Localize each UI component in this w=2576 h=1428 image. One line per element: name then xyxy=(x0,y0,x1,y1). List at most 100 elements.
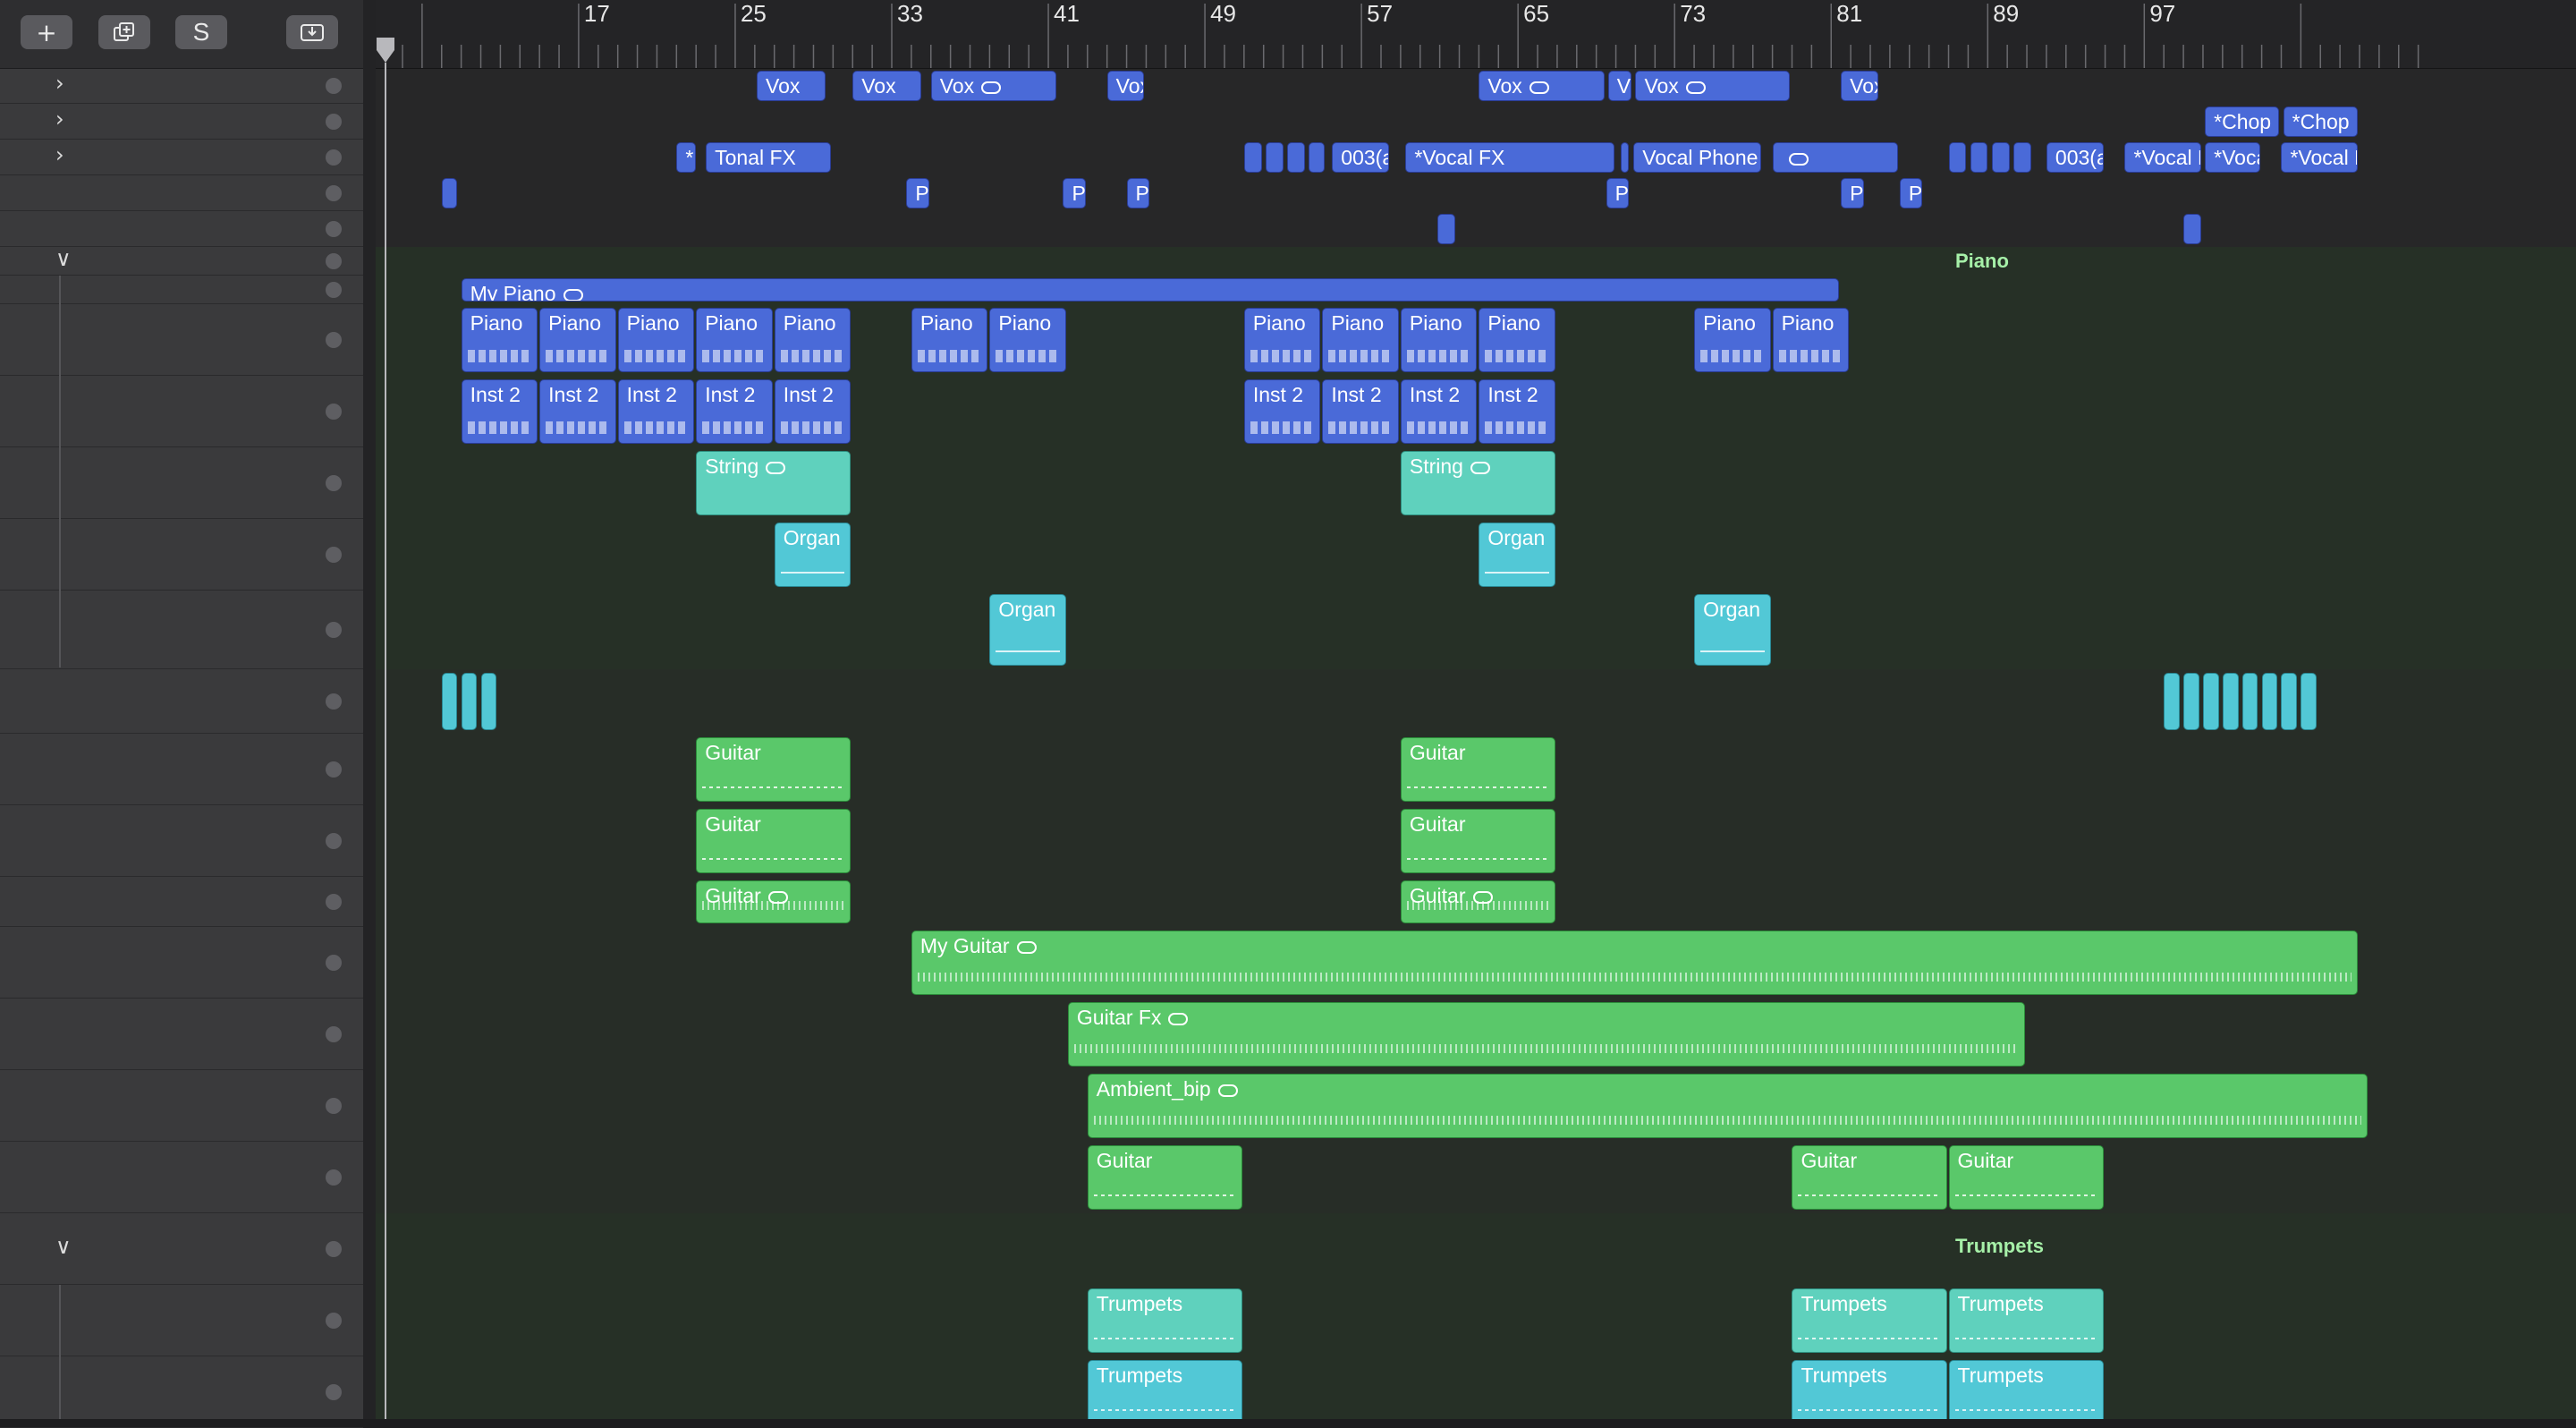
region[interactable]: Vox xyxy=(1106,71,1145,101)
region[interactable] xyxy=(441,178,458,208)
region[interactable]: Piano xyxy=(1322,308,1399,372)
region[interactable] xyxy=(2202,673,2219,730)
disclosure-open-icon[interactable]: ∨ xyxy=(55,246,72,271)
track-activity-dot[interactable] xyxy=(326,221,342,237)
bar-ruler[interactable]: 17 25 33 41 49 57 65 73 81 89 97 xyxy=(376,0,2576,69)
region[interactable]: 003(a xyxy=(1332,142,1389,173)
track-activity-dot[interactable] xyxy=(326,1384,342,1400)
region[interactable]: Trumpets xyxy=(1948,1360,2104,1419)
track-header-24[interactable] xyxy=(0,447,363,519)
region[interactable]: Guitar xyxy=(696,809,852,873)
region[interactable]: *Vocal xyxy=(2205,142,2260,173)
tracks-area[interactable]: 1725334149576573818997 VoxVoxVoxVoxVoxVV… xyxy=(376,0,2576,1419)
region[interactable]: Piano xyxy=(774,308,852,372)
track-header-33[interactable] xyxy=(0,1070,363,1142)
region[interactable] xyxy=(1265,142,1284,173)
region[interactable]: Guitar xyxy=(1400,880,1555,923)
region[interactable]: Trumpets xyxy=(1792,1360,1947,1419)
region[interactable]: Guitar xyxy=(696,737,852,802)
disclosure-closed-icon[interactable]: › xyxy=(55,106,64,132)
region[interactable] xyxy=(441,673,458,730)
region[interactable] xyxy=(1437,214,1456,244)
track-header-25[interactable] xyxy=(0,519,363,591)
track-activity-dot[interactable] xyxy=(326,622,342,638)
region[interactable] xyxy=(2222,673,2239,730)
region[interactable]: Guitar xyxy=(1087,1145,1242,1210)
region[interactable] xyxy=(1991,142,2010,173)
region[interactable]: Inst 2 xyxy=(617,379,695,444)
track-activity-dot[interactable] xyxy=(326,253,342,269)
track-activity-dot[interactable] xyxy=(326,78,342,94)
region[interactable]: Piano xyxy=(1694,308,1771,372)
region[interactable]: V xyxy=(1607,71,1632,101)
region[interactable]: Inst 2 xyxy=(1479,379,1555,444)
region[interactable] xyxy=(2183,673,2199,730)
region[interactable]: *Chop xyxy=(2283,106,2358,137)
region[interactable]: Pi xyxy=(906,178,929,208)
track-header-36[interactable] xyxy=(0,1285,363,1356)
duplicate-track-button[interactable] xyxy=(98,15,150,49)
track-activity-dot[interactable] xyxy=(326,185,342,201)
track-activity-dot[interactable] xyxy=(326,1241,342,1257)
region[interactable] xyxy=(2301,673,2318,730)
track-activity-dot[interactable] xyxy=(326,955,342,971)
disclosure-closed-icon[interactable]: › xyxy=(55,142,64,167)
track-header-26[interactable] xyxy=(0,591,363,669)
track-activity-dot[interactable] xyxy=(326,282,342,298)
track-header-5[interactable]: › xyxy=(0,104,363,140)
region[interactable] xyxy=(1970,142,1988,173)
region[interactable]: Inst 2 xyxy=(774,379,852,444)
track-header-23[interactable] xyxy=(0,376,363,447)
import-button[interactable] xyxy=(286,15,338,49)
track-header-20[interactable]: ∨ xyxy=(0,246,363,276)
region[interactable]: Inst 2 xyxy=(1400,379,1478,444)
region[interactable] xyxy=(2261,673,2278,730)
track-header-21[interactable] xyxy=(0,276,363,304)
region[interactable]: Vox xyxy=(757,71,826,101)
track-header-28[interactable] xyxy=(0,734,363,805)
track-activity-dot[interactable] xyxy=(326,149,342,166)
region[interactable]: Inst 2 xyxy=(1322,379,1399,444)
region[interactable] xyxy=(2241,673,2258,730)
region[interactable] xyxy=(480,673,497,730)
region[interactable]: Pi xyxy=(1126,178,1149,208)
region[interactable]: Trumpets xyxy=(1087,1288,1242,1353)
region[interactable]: Ambient_bip xyxy=(1087,1074,2368,1138)
region[interactable]: Guitar xyxy=(1400,737,1555,802)
track-header-37[interactable] xyxy=(0,1356,363,1428)
region[interactable] xyxy=(2183,214,2201,244)
track-activity-dot[interactable] xyxy=(326,1098,342,1114)
region[interactable]: Piano xyxy=(989,308,1066,372)
disclosure-open-icon[interactable]: ∨ xyxy=(55,1234,72,1259)
region[interactable]: *Vocal FX xyxy=(1405,142,1614,173)
region[interactable]: Pi xyxy=(1899,178,1923,208)
region[interactable]: Tonal FX xyxy=(706,142,832,173)
region[interactable]: Inst 2 xyxy=(539,379,616,444)
track-activity-dot[interactable] xyxy=(326,693,342,710)
region[interactable]: Vox xyxy=(1479,71,1605,101)
region[interactable] xyxy=(1772,142,1898,173)
region[interactable]: *Vocal F xyxy=(2281,142,2358,173)
region[interactable]: Organ xyxy=(989,594,1066,666)
track-lane[interactable] xyxy=(376,211,2576,248)
panel-divider[interactable] xyxy=(363,0,376,1419)
region[interactable] xyxy=(2164,673,2180,730)
region[interactable]: Piano xyxy=(539,308,616,372)
region[interactable]: Guitar xyxy=(1948,1145,2104,1210)
track-header-22[interactable] xyxy=(0,304,363,376)
track-activity-dot[interactable] xyxy=(326,404,342,420)
track-header-34[interactable] xyxy=(0,1142,363,1213)
region[interactable]: Piano xyxy=(461,308,538,372)
region[interactable]: Piano xyxy=(1400,308,1478,372)
region[interactable]: Guitar xyxy=(1792,1145,1947,1210)
track-lane[interactable] xyxy=(376,1285,2576,1357)
region[interactable]: My Guitar xyxy=(911,931,2358,995)
region[interactable] xyxy=(1243,142,1262,173)
region[interactable]: My Piano xyxy=(461,278,1840,302)
track-lane[interactable] xyxy=(376,1356,2576,1419)
track-activity-dot[interactable] xyxy=(326,547,342,563)
track-header-35[interactable]: ∨ xyxy=(0,1213,363,1285)
track-header-27[interactable] xyxy=(0,669,363,734)
disclosure-closed-icon[interactable]: › xyxy=(55,71,64,96)
region[interactable] xyxy=(1309,142,1325,173)
